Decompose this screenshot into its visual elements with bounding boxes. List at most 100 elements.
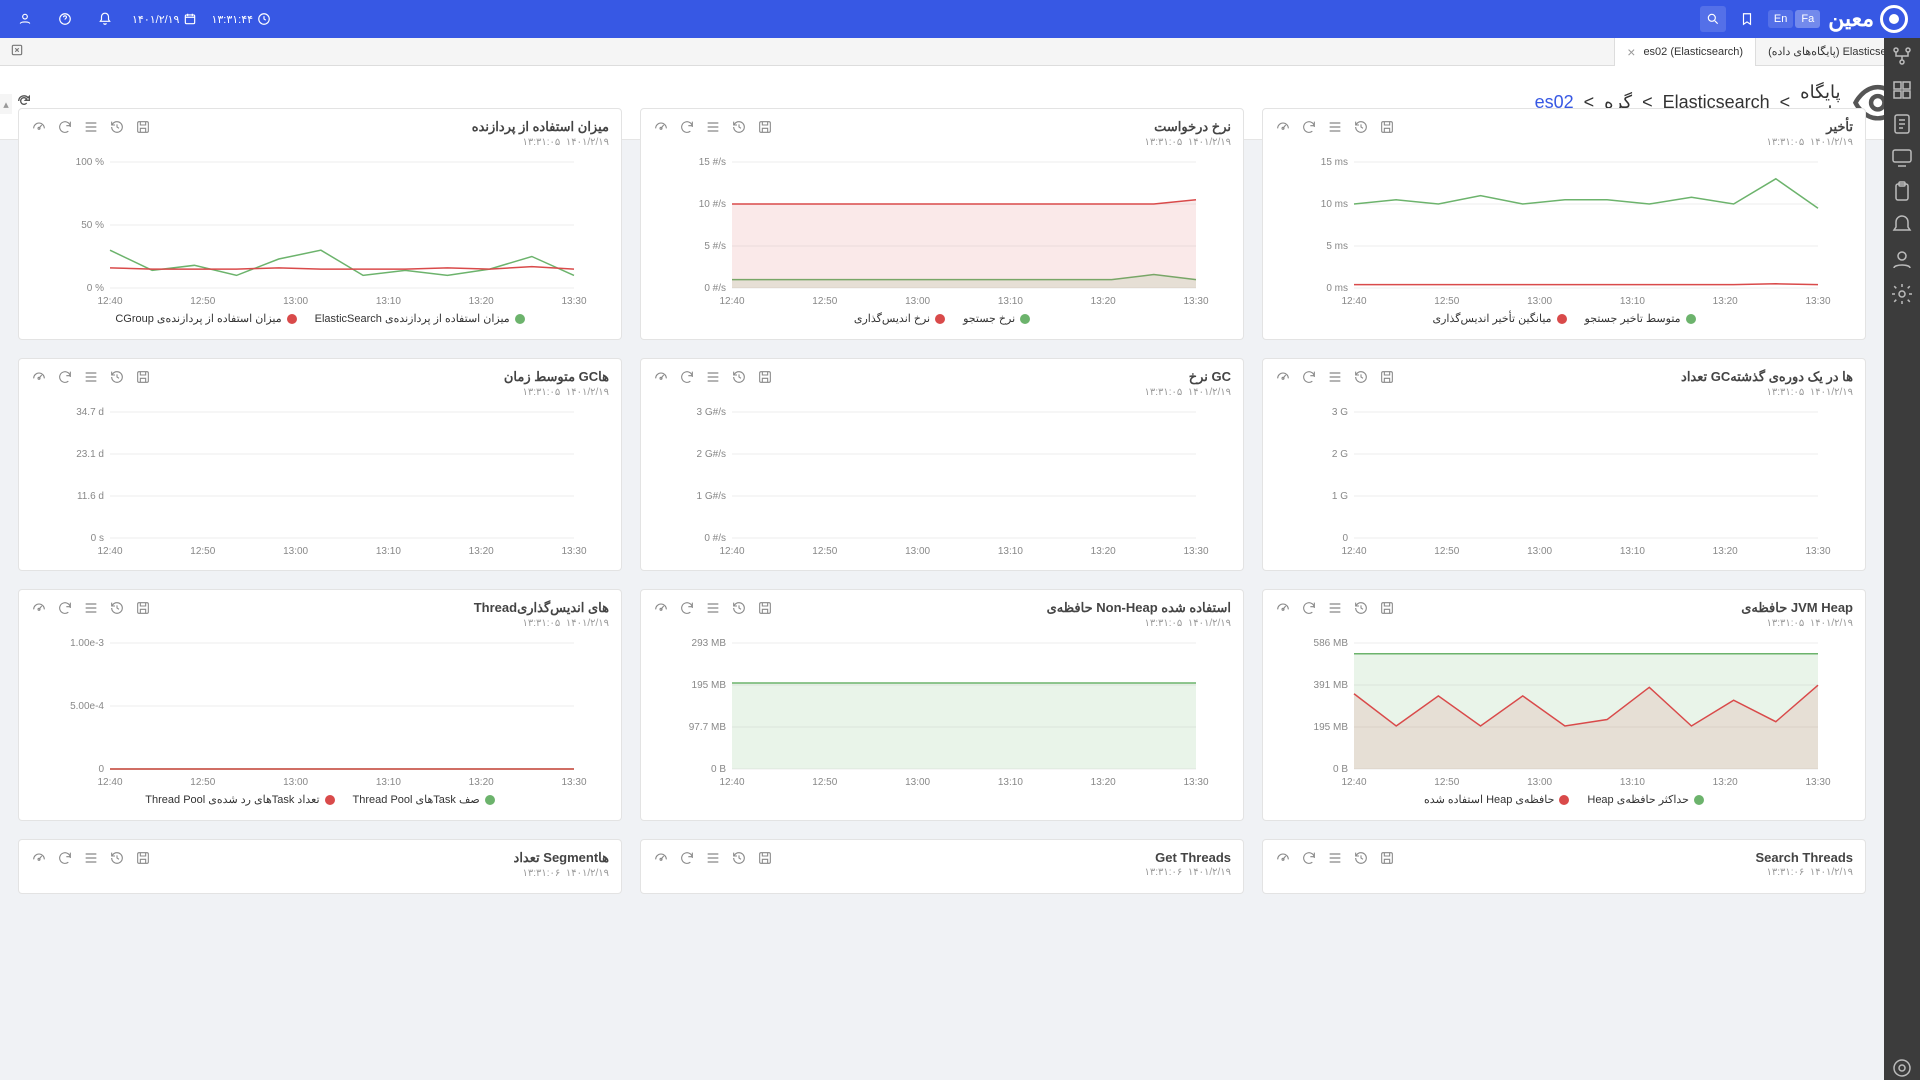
card-history-icon[interactable] xyxy=(1353,119,1369,135)
card-menu-icon[interactable] xyxy=(705,119,721,135)
card-menu-icon[interactable] xyxy=(1327,850,1343,866)
chart-card-cpu: میزان استفاده از پردازنده ۱۳:۳۱:۰۵ ۱۴۰۱/… xyxy=(18,108,622,340)
card-speed-icon[interactable] xyxy=(1275,119,1291,135)
chart-card-gcrate: نرخ GC ۱۳:۳۱:۰۵ ۱۴۰۱/۲/۱۹ 0 #/s1 G#/s2 G… xyxy=(640,358,1244,571)
legend-item: میزان استفاده از پردازنده‌ی ElasticSearc… xyxy=(315,312,525,325)
card-refresh-icon[interactable] xyxy=(679,369,695,385)
sidebar-gear-icon[interactable] xyxy=(1890,282,1914,306)
sidebar-bell-icon[interactable] xyxy=(1890,214,1914,238)
card-refresh-icon[interactable] xyxy=(1301,850,1317,866)
card-tools xyxy=(1275,119,1395,135)
svg-text:11.6 d: 11.6 d xyxy=(77,491,104,502)
card-refresh-icon[interactable] xyxy=(57,119,73,135)
card-history-icon[interactable] xyxy=(1353,850,1369,866)
sidebar-user-icon[interactable] xyxy=(1890,248,1914,272)
card-save-icon[interactable] xyxy=(1379,600,1395,616)
svg-text:13:20: 13:20 xyxy=(1091,777,1116,787)
card-history-icon[interactable] xyxy=(1353,600,1369,616)
card-speed-icon[interactable] xyxy=(31,369,47,385)
card-speed-icon[interactable] xyxy=(653,850,669,866)
card-save-icon[interactable] xyxy=(757,600,773,616)
card-speed-icon[interactable] xyxy=(1275,600,1291,616)
card-history-icon[interactable] xyxy=(109,119,125,135)
card-save-icon[interactable] xyxy=(135,600,151,616)
svg-text:97.7 MB: 97.7 MB xyxy=(689,722,727,733)
close-icon[interactable]: × xyxy=(1627,44,1635,60)
card-refresh-icon[interactable] xyxy=(57,369,73,385)
card-refresh-icon[interactable] xyxy=(1301,119,1317,135)
svg-text:13:10: 13:10 xyxy=(376,777,401,787)
sidebar-structure-icon[interactable] xyxy=(1890,78,1914,102)
svg-text:5.00e-4: 5.00e-4 xyxy=(70,701,104,712)
card-history-icon[interactable] xyxy=(731,369,747,385)
card-menu-icon[interactable] xyxy=(705,850,721,866)
sidebar-doc-icon[interactable] xyxy=(1890,112,1914,136)
card-menu-icon[interactable] xyxy=(1327,369,1343,385)
card-refresh-icon[interactable] xyxy=(1301,600,1317,616)
svg-text:10 #/s: 10 #/s xyxy=(699,199,726,210)
sidebar-home-icon[interactable] xyxy=(1890,44,1914,68)
card-history-icon[interactable] xyxy=(731,600,747,616)
card-refresh-icon[interactable] xyxy=(679,600,695,616)
tabbar: Elasticsearch (پایگاه‌های داده) es02 (El… xyxy=(0,38,1920,66)
svg-text:13:10: 13:10 xyxy=(1620,296,1645,306)
card-save-icon[interactable] xyxy=(757,850,773,866)
card-refresh-icon[interactable] xyxy=(1301,369,1317,385)
card-speed-icon[interactable] xyxy=(653,119,669,135)
card-save-icon[interactable] xyxy=(135,850,151,866)
card-save-icon[interactable] xyxy=(757,369,773,385)
card-history-icon[interactable] xyxy=(731,850,747,866)
main-content: تأخیر ۱۳:۳۱:۰۵ ۱۴۰۱/۲/۱۹ 0 ms5 ms10 ms15… xyxy=(0,94,1884,1080)
chart-card-gccount: تعداد GCها در یک دوره‌ی گذشته ۱۳:۳۱:۰۵ ۱… xyxy=(1262,358,1866,571)
card-history-icon[interactable] xyxy=(1353,369,1369,385)
card-save-icon[interactable] xyxy=(1379,369,1395,385)
card-save-icon[interactable] xyxy=(1379,119,1395,135)
card-menu-icon[interactable] xyxy=(83,119,99,135)
card-history-icon[interactable] xyxy=(109,600,125,616)
lang-en[interactable]: En xyxy=(1768,10,1793,28)
svg-text:12:50: 12:50 xyxy=(1434,777,1459,787)
close-all-tabs-icon[interactable] xyxy=(0,43,34,60)
svg-text:12:50: 12:50 xyxy=(190,777,215,787)
card-refresh-icon[interactable] xyxy=(679,850,695,866)
bell-icon[interactable] xyxy=(92,6,118,32)
card-menu-icon[interactable] xyxy=(83,369,99,385)
card-menu-icon[interactable] xyxy=(83,600,99,616)
card-save-icon[interactable] xyxy=(757,119,773,135)
card-menu-icon[interactable] xyxy=(83,850,99,866)
bookmark-icon[interactable] xyxy=(1734,6,1760,32)
card-speed-icon[interactable] xyxy=(1275,369,1291,385)
sidebar-monitor-icon[interactable] xyxy=(1890,146,1914,170)
card-refresh-icon[interactable] xyxy=(57,850,73,866)
user-icon[interactable] xyxy=(12,6,38,32)
card-menu-icon[interactable] xyxy=(705,600,721,616)
card-menu-icon[interactable] xyxy=(1327,119,1343,135)
tab-es02[interactable]: es02 (Elasticsearch) × xyxy=(1614,38,1755,66)
sidebar-clipboard-icon[interactable] xyxy=(1890,180,1914,204)
lang-fa[interactable]: Fa xyxy=(1795,10,1820,28)
card-refresh-icon[interactable] xyxy=(57,600,73,616)
card-save-icon[interactable] xyxy=(1379,850,1395,866)
card-speed-icon[interactable] xyxy=(653,369,669,385)
card-save-icon[interactable] xyxy=(135,369,151,385)
card-speed-icon[interactable] xyxy=(31,600,47,616)
card-speed-icon[interactable] xyxy=(1275,850,1291,866)
search-icon[interactable] xyxy=(1700,6,1726,32)
help-icon[interactable] xyxy=(52,6,78,32)
card-refresh-icon[interactable] xyxy=(679,119,695,135)
card-menu-icon[interactable] xyxy=(705,369,721,385)
card-tools xyxy=(653,600,773,616)
card-speed-icon[interactable] xyxy=(653,600,669,616)
card-history-icon[interactable] xyxy=(109,369,125,385)
svg-text:0: 0 xyxy=(98,764,104,775)
card-timestamp: ۱۳:۳۱:۰۶ ۱۴۰۱/۲/۱۹ xyxy=(514,868,609,879)
card-speed-icon[interactable] xyxy=(31,119,47,135)
card-speed-icon[interactable] xyxy=(31,850,47,866)
svg-text:2 G: 2 G xyxy=(1332,449,1348,460)
card-menu-icon[interactable] xyxy=(1327,600,1343,616)
card-history-icon[interactable] xyxy=(731,119,747,135)
card-history-icon[interactable] xyxy=(109,850,125,866)
sidebar-bottom-icon[interactable] xyxy=(1890,1056,1914,1080)
card-title: نرخ درخواست xyxy=(1145,119,1232,135)
card-save-icon[interactable] xyxy=(135,119,151,135)
